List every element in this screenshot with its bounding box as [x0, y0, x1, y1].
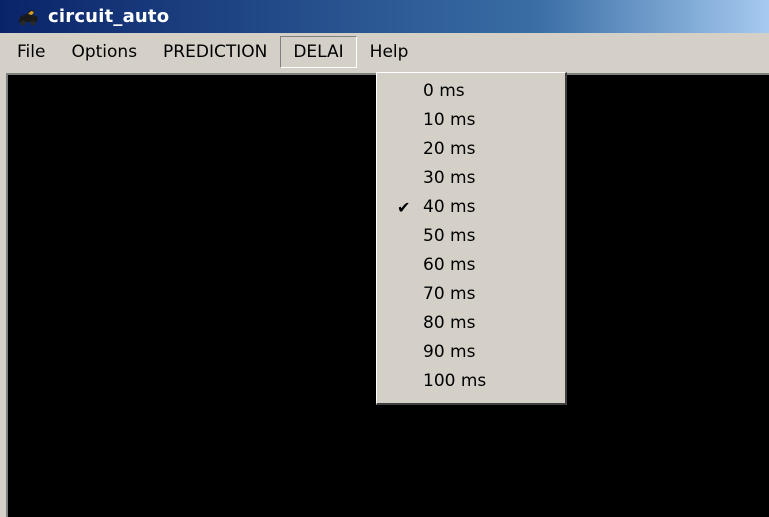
delai-option-label: 10 ms — [423, 110, 476, 130]
delai-option-label: 60 ms — [423, 255, 476, 275]
delai-option-label: 80 ms — [423, 313, 476, 333]
delai-option-label: 0 ms — [423, 81, 465, 101]
delai-option-label: 20 ms — [423, 139, 476, 159]
menu-help[interactable]: Help — [357, 36, 422, 68]
delai-option-label: 30 ms — [423, 168, 476, 188]
delai-option-10ms[interactable]: 10 ms — [377, 106, 565, 135]
car-icon — [16, 8, 40, 26]
menu-prediction[interactable]: PREDICTION — [150, 36, 280, 68]
delai-dropdown-menu: 0 ms 10 ms 20 ms 30 ms ✔ 40 ms 50 ms 60 … — [376, 72, 567, 405]
delai-option-90ms[interactable]: 90 ms — [377, 338, 565, 367]
delai-option-label: 70 ms — [423, 284, 476, 304]
menu-bar: File Options PREDICTION DELAI Help — [0, 33, 769, 71]
delai-option-60ms[interactable]: 60 ms — [377, 251, 565, 280]
delai-option-label: 40 ms — [423, 197, 476, 217]
check-icon: ✔ — [397, 198, 411, 217]
delai-option-20ms[interactable]: 20 ms — [377, 135, 565, 164]
delai-option-30ms[interactable]: 30 ms — [377, 164, 565, 193]
delai-option-label: 90 ms — [423, 342, 476, 362]
delai-option-100ms[interactable]: 100 ms — [377, 367, 565, 396]
menu-file[interactable]: File — [4, 36, 58, 68]
delai-option-80ms[interactable]: 80 ms — [377, 309, 565, 338]
window-title: circuit_auto — [48, 6, 170, 27]
menu-delai[interactable]: DELAI — [280, 36, 357, 68]
delai-option-50ms[interactable]: 50 ms — [377, 222, 565, 251]
title-bar[interactable]: circuit_auto — [0, 0, 769, 33]
delai-option-40ms[interactable]: ✔ 40 ms — [377, 193, 565, 222]
delai-option-0ms[interactable]: 0 ms — [377, 77, 565, 106]
menu-options[interactable]: Options — [58, 36, 150, 68]
delai-option-70ms[interactable]: 70 ms — [377, 280, 565, 309]
delai-option-label: 50 ms — [423, 226, 476, 246]
app-window: circuit_auto File Options PREDICTION DEL… — [0, 0, 769, 517]
delai-option-label: 100 ms — [423, 371, 487, 391]
